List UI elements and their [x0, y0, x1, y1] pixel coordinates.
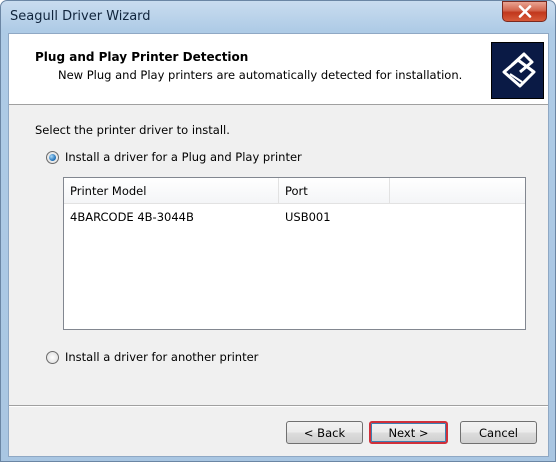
cancel-button[interactable]: Cancel	[460, 421, 537, 444]
option-another-printer-label: Install a driver for another printer	[65, 350, 259, 364]
header-title: Plug and Play Printer Detection	[35, 50, 249, 64]
title-bar[interactable]: Seagull Driver Wizard	[1, 1, 555, 33]
table-row[interactable]: 4BARCODE 4B-3044B USB001	[64, 207, 525, 227]
close-icon	[518, 5, 531, 18]
column-printer-model[interactable]: Printer Model	[64, 178, 279, 204]
option-another-printer[interactable]: Install a driver for another printer	[46, 350, 258, 364]
printer-list-header: Printer Model Port	[64, 178, 525, 204]
option-plug-and-play-label: Install a driver for a Plug and Play pri…	[65, 150, 302, 164]
wizard-header: Plug and Play Printer Detection New Plug…	[9, 34, 548, 105]
back-button[interactable]: < Back	[286, 421, 363, 444]
header-subtitle: New Plug and Play printers are automatic…	[58, 68, 463, 82]
button-divider	[9, 405, 548, 407]
printer-list[interactable]: Printer Model Port 4BARCODE 4B-3044B USB…	[63, 177, 526, 330]
column-filler	[390, 178, 525, 204]
option-plug-and-play[interactable]: Install a driver for a Plug and Play pri…	[46, 150, 302, 164]
window-title: Seagull Driver Wizard	[10, 9, 151, 24]
wizard-window: Seagull Driver Wizard Plug and Play Prin…	[0, 0, 556, 462]
radio-another-printer[interactable]	[46, 350, 59, 364]
wizard-client-area: Plug and Play Printer Detection New Plug…	[8, 33, 549, 457]
select-driver-prompt: Select the printer driver to install.	[35, 123, 230, 137]
printer-logo-icon	[502, 52, 535, 87]
close-button[interactable]	[502, 1, 547, 22]
next-button[interactable]: Next >	[369, 421, 448, 444]
radio-plug-and-play[interactable]	[46, 150, 59, 164]
printer-model-cell: 4BARCODE 4B-3044B	[70, 210, 194, 224]
port-cell: USB001	[285, 210, 331, 224]
column-port[interactable]: Port	[279, 178, 390, 204]
printer-logo	[491, 42, 544, 99]
